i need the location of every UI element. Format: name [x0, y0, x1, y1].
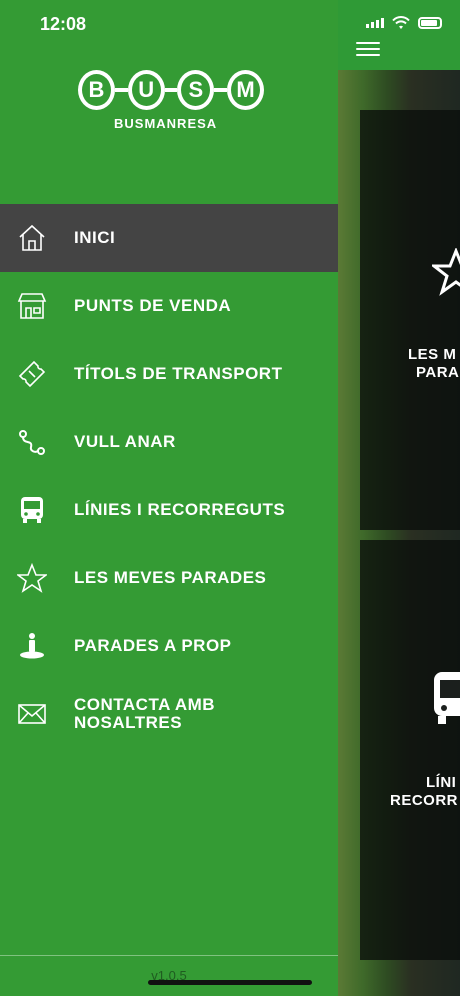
favorites-card-label-2: PARA [416, 364, 460, 381]
menu-item-les-meves-parades[interactable]: LES MEVES PARADES [0, 544, 338, 612]
menu-item-vull-anar[interactable]: VULL ANAR [0, 408, 338, 476]
menu-item-contacta[interactable]: CONTACTA AMB NOSALTRES [0, 680, 338, 748]
footer-divider [0, 955, 338, 956]
menu-label-inici: INICI [74, 228, 116, 247]
menu-item-punts-de-venda[interactable]: PUNTS DE VENDA [0, 272, 338, 340]
menu-item-parades-a-prop[interactable]: PARADES A PROP [0, 612, 338, 680]
bus-icon [16, 494, 48, 526]
store-icon [16, 290, 48, 322]
route-icon [16, 426, 48, 458]
lines-card-label: LÍNI [426, 774, 457, 791]
logo-letter-s: S [177, 70, 215, 110]
lines-card-label-2: RECORR [390, 792, 459, 809]
home-icon [16, 222, 48, 254]
battery-icon [418, 17, 442, 29]
mail-icon [16, 698, 48, 730]
menu-item-titols-de-transport[interactable]: TÍTOLS DE TRANSPORT [0, 340, 338, 408]
favorites-card-label: LES M [408, 346, 457, 363]
menu-label-titols-de-transport: TÍTOLS DE TRANSPORT [74, 364, 283, 383]
home-indicator[interactable] [148, 980, 312, 985]
menu-label-contacta: CONTACTA AMB NOSALTRES [74, 695, 216, 732]
status-icons [366, 16, 442, 30]
menu-item-linies-i-recorreguts[interactable]: LÍNIES I RECORREGUTS [0, 476, 338, 544]
logo-letter-u: U [127, 70, 165, 110]
menu-item-inici[interactable]: INICI [0, 204, 338, 272]
menu-label-punts-de-venda: PUNTS DE VENDA [74, 296, 232, 315]
background-app: LES M PARA LÍNI RECORR [338, 0, 460, 996]
ticket-icon [16, 358, 48, 390]
hamburger-menu-icon[interactable] [356, 38, 380, 56]
menu-label-les-meves-parades: LES MEVES PARADES [74, 568, 267, 587]
navigation-drawer: 12:08 B U S M BUSMANRESA INICI PUNTS DE … [0, 0, 338, 996]
menu-label-parades-a-prop: PARADES A PROP [74, 636, 232, 655]
menu-label-linies-i-recorreguts: LÍNIES I RECORREGUTS [74, 500, 286, 519]
logo-letter-m: M [227, 70, 264, 110]
location-person-icon [16, 630, 48, 662]
busmanresa-logo: B U S M BUSMANRESA [78, 70, 264, 131]
menu-label-vull-anar: VULL ANAR [74, 432, 176, 451]
bus-icon [434, 672, 460, 724]
wifi-icon [392, 16, 410, 29]
background-header [338, 0, 460, 70]
status-time: 12:08 [40, 14, 87, 34]
star-icon [432, 248, 460, 296]
lines-card[interactable]: LÍNI RECORR [360, 540, 460, 960]
logo-subtitle: BUSMANRESA [114, 116, 218, 131]
favorites-card[interactable]: LES M PARA [360, 110, 460, 530]
signal-icon [366, 18, 384, 28]
star-icon [16, 562, 48, 594]
drawer-menu: INICI PUNTS DE VENDA TÍTOLS DE TRANSPORT… [0, 204, 338, 748]
logo-letter-b: B [78, 70, 115, 110]
